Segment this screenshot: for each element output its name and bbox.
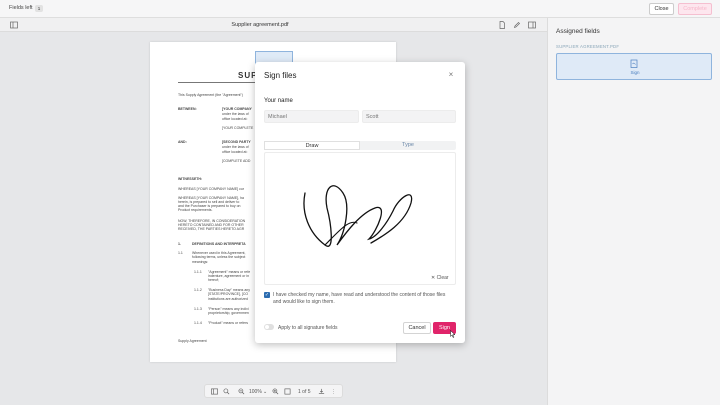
zoom-in-icon[interactable] <box>272 388 279 398</box>
document-text-line: 1.1.2 <box>194 288 202 292</box>
document-text-line: office located at: <box>222 117 248 121</box>
document-text-line: Supply Agreement <box>178 339 207 343</box>
thumbnail-icon[interactable] <box>211 388 218 398</box>
clear-icon: ✕ <box>431 275 436 281</box>
document-text-line: proprietorship, governmen <box>208 311 249 315</box>
document-text-line: hereof; <box>208 278 219 282</box>
document-text-line: 1.1 <box>178 251 183 255</box>
sign-field-icon <box>629 59 639 69</box>
document-text-line: under the laws of <box>222 145 249 149</box>
sign-files-modal: Sign files × Your name Draw Type ✕ Clear… <box>255 62 465 343</box>
document-text-line: [YOUR COMPANY <box>222 107 252 111</box>
document-text-line: Product requirements. <box>178 208 213 212</box>
panel-title: Assigned fields <box>556 28 600 35</box>
document-text-line: meanings: <box>192 260 209 264</box>
zoom-level[interactable]: 100% <box>249 388 262 396</box>
document-text-line: office located at: <box>222 150 248 154</box>
doc-icon[interactable] <box>498 21 506 29</box>
close-button[interactable]: Close <box>649 3 674 15</box>
document-text-line: following terms, unless the subject <box>192 255 246 259</box>
document-text-line: AND: <box>178 140 187 144</box>
search-icon[interactable] <box>223 388 230 398</box>
document-text-line: 1.1.3 <box>194 307 202 311</box>
zoom-dropdown-icon[interactable]: ⌄ <box>263 388 267 396</box>
panel-section-label: SUPPLIER AGREEMENT.PDF <box>556 44 620 49</box>
pen-icon[interactable] <box>513 21 521 29</box>
document-toolbar: Supplier agreement.pdf <box>0 18 547 32</box>
document-text-line: This Supply Agreement (the "Agreement") <box>178 93 243 97</box>
document-text-line: BETWEEN: <box>178 107 197 111</box>
cursor-icon <box>450 330 456 338</box>
document-text-line: "Product" means or refers <box>208 321 249 325</box>
document-text-line: 1. <box>178 242 181 246</box>
modal-title: Sign files <box>264 71 297 80</box>
document-text-line: [SECOND PARTY <box>222 140 251 144</box>
bottom-toolbar: 100% ⌄ 1 of 5 ⋮ <box>204 384 343 398</box>
document-text-line: under the laws of <box>222 112 249 116</box>
top-bar: Fields left 1 Close Complete <box>0 0 720 18</box>
cancel-button[interactable]: Cancel <box>403 322 431 334</box>
tab-draw[interactable]: Draw <box>264 141 360 150</box>
signature-draw-canvas[interactable] <box>264 152 456 285</box>
fields-left-count-badge: 1 <box>35 5 43 12</box>
complete-button[interactable]: Complete <box>678 3 712 15</box>
consent-text: I have checked my name, have read and un… <box>273 292 446 305</box>
tab-type[interactable]: Type <box>360 141 456 150</box>
assigned-fields-panel: Assigned fields SUPPLIER AGREEMENT.PDF S… <box>547 18 720 405</box>
fields-left-label: Fields left <box>9 5 33 11</box>
consent-checkbox[interactable]: ✓ <box>264 292 270 298</box>
document-title: Supplier agreement.pdf <box>231 22 289 28</box>
clear-button[interactable]: ✕ Clear <box>431 275 449 281</box>
document-text-line: [COMPLETE ADD <box>222 159 251 163</box>
download-icon[interactable] <box>318 388 325 398</box>
document-text-line: WHEREAS [YOUR COMPANY NAME] cur <box>178 187 244 191</box>
document-text-line: RECEIVED, THE PARTIES HERETO AGR <box>178 227 245 231</box>
document-text-line: institutions are authorized <box>208 297 248 301</box>
signature-mode-tabs: Draw Type <box>264 141 456 150</box>
document-text-line: 1.1.4 <box>194 321 202 325</box>
zoom-out-icon[interactable] <box>238 388 245 398</box>
clear-label: Clear <box>436 275 449 281</box>
more-icon[interactable]: ⋮ <box>331 388 336 396</box>
sign-field-label: Sign <box>630 70 640 75</box>
sign-field-card[interactable]: Sign <box>556 53 712 80</box>
drawn-signature <box>303 185 413 247</box>
apply-all-label: Apply to all signature fields <box>278 325 338 331</box>
apply-all-toggle[interactable] <box>264 324 274 330</box>
document-text-line: DEFINITIONS AND INTERPRETA <box>192 242 246 246</box>
close-icon[interactable]: × <box>447 71 455 79</box>
document-text-line: 1.1.1 <box>194 270 202 274</box>
panel-icon[interactable] <box>528 21 536 29</box>
document-text-line: [STATE/PROVINCE], [CO <box>208 292 249 296</box>
fit-page-icon[interactable] <box>284 388 291 398</box>
document-text-line: [YOUR COMPLETE <box>222 126 254 130</box>
first-name-input[interactable] <box>264 110 359 123</box>
name-label: Your name <box>264 98 293 104</box>
last-name-input[interactable] <box>362 110 456 123</box>
document-text-line: WITNESSETH: <box>178 177 203 181</box>
page-indicator: 1 of 5 <box>298 389 311 395</box>
